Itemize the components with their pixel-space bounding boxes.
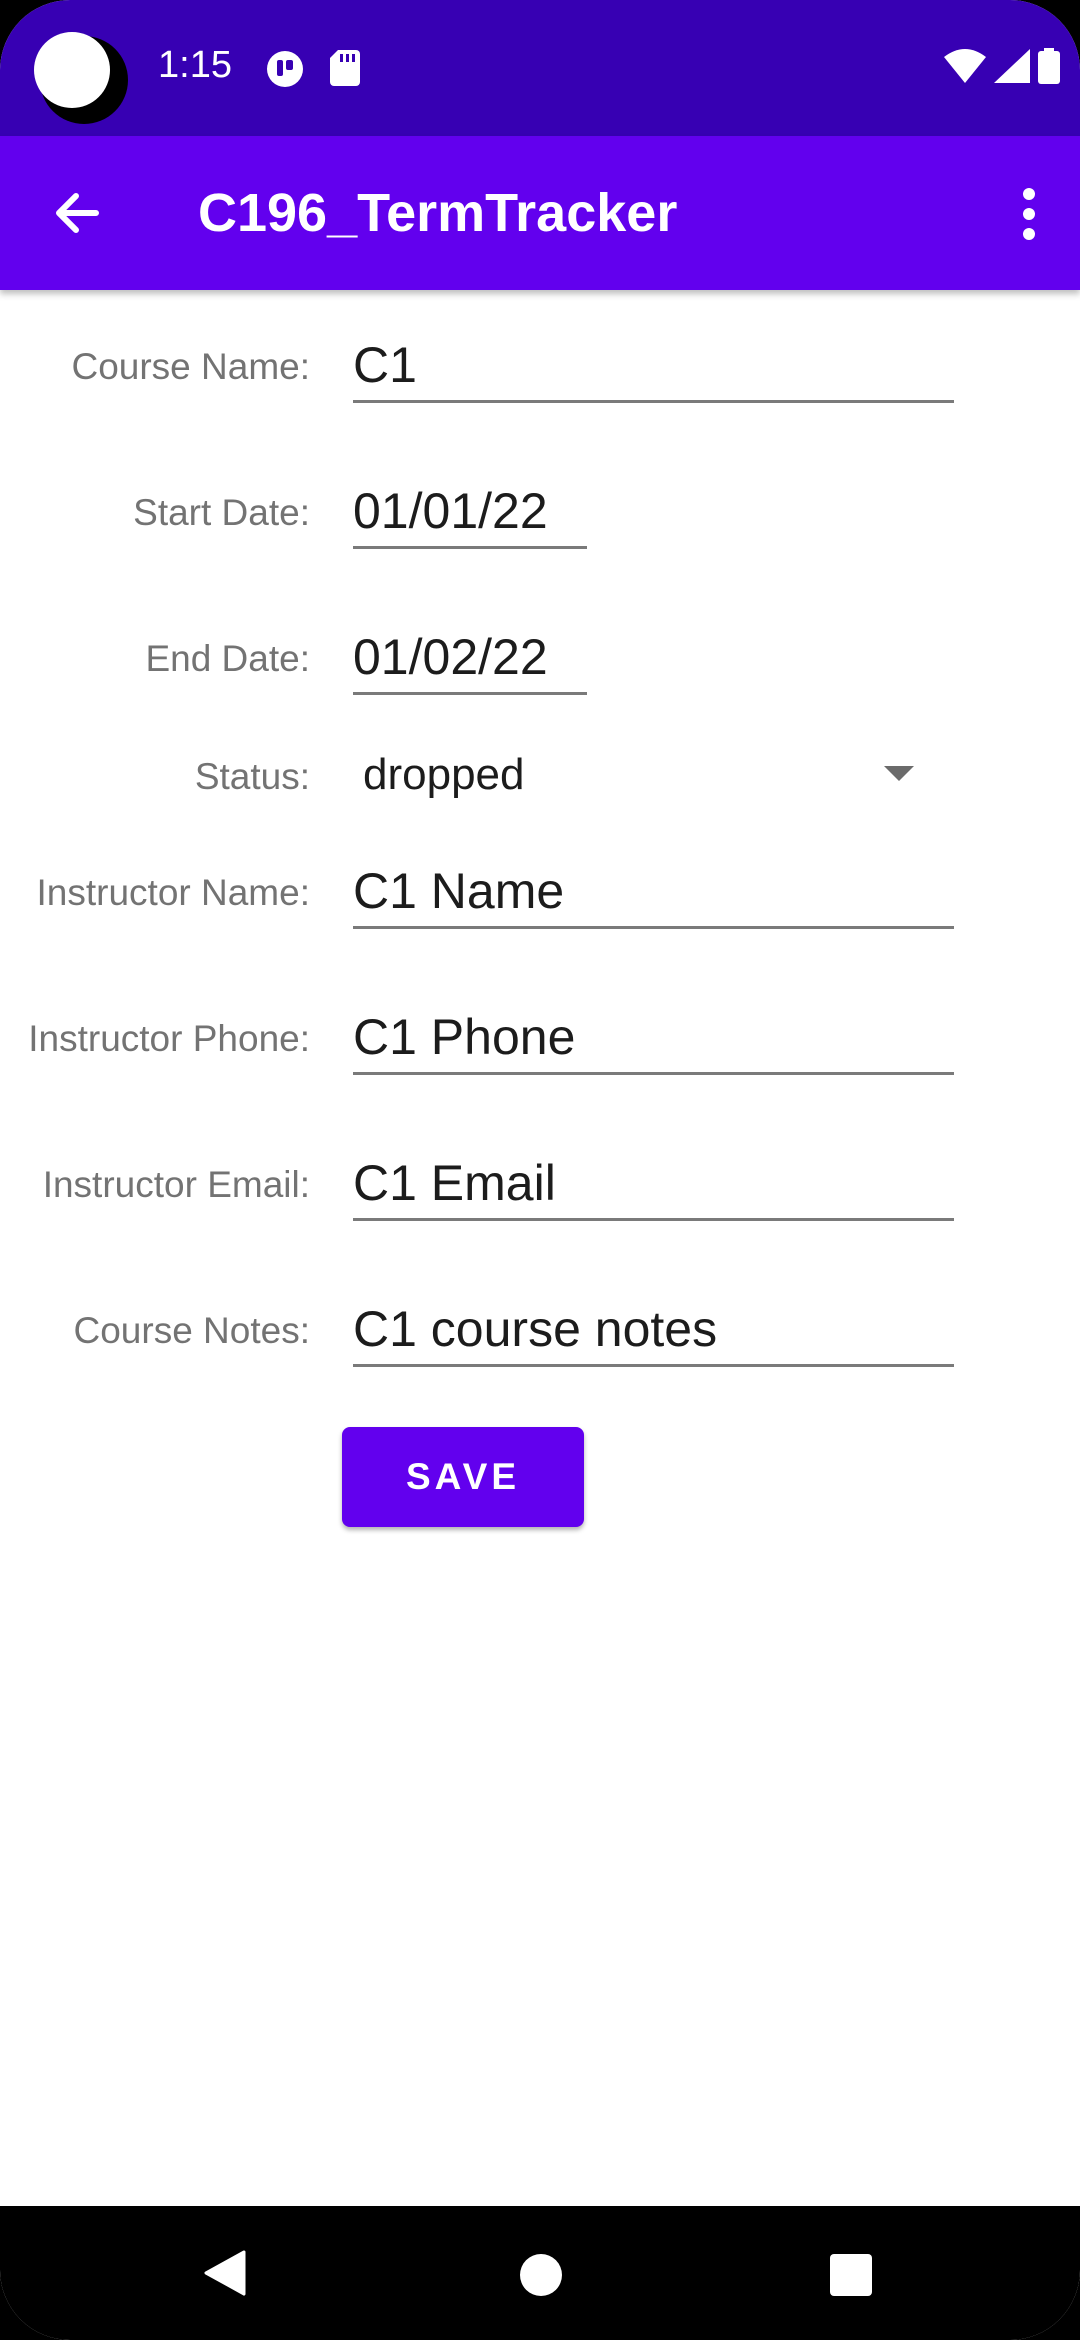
instructor-phone-input[interactable]: C1 Phone bbox=[353, 1008, 954, 1075]
arrow-drop-down-icon bbox=[884, 766, 914, 781]
instructor-name-input[interactable]: C1 Name bbox=[353, 862, 954, 929]
end-date-label: End Date: bbox=[145, 638, 310, 679]
course-notes-input[interactable]: C1 course notes bbox=[353, 1300, 954, 1367]
course-name-label: Course Name: bbox=[71, 346, 310, 387]
status-spinner-value: dropped bbox=[363, 750, 525, 799]
back-arrow-icon[interactable] bbox=[44, 180, 110, 246]
cell-signal-icon bbox=[994, 49, 1030, 88]
status-right-icons bbox=[944, 48, 1060, 89]
status-label: Status: bbox=[194, 756, 310, 797]
instructor-name-label: Instructor Name: bbox=[36, 872, 310, 913]
app-bar: C196_TermTracker bbox=[0, 136, 1080, 290]
nav-home-icon[interactable] bbox=[520, 2254, 562, 2296]
camera-cutout bbox=[34, 32, 110, 108]
notification-app-icon bbox=[266, 50, 304, 93]
status-bar: 1:15 bbox=[0, 0, 1080, 136]
sd-card-icon bbox=[330, 50, 360, 91]
wifi-icon bbox=[944, 49, 986, 88]
instructor-phone-label: Instructor Phone: bbox=[28, 1018, 310, 1059]
save-button[interactable]: SAVE bbox=[342, 1427, 584, 1527]
system-nav-bar bbox=[0, 2206, 1080, 2340]
course-name-input[interactable]: C1 bbox=[353, 336, 954, 403]
course-notes-label: Course Notes: bbox=[73, 1310, 311, 1351]
instructor-email-label: Instructor Email: bbox=[42, 1164, 310, 1205]
battery-icon bbox=[1038, 48, 1060, 89]
status-time: 1:15 bbox=[158, 44, 232, 86]
more-vert-icon[interactable] bbox=[1002, 184, 1056, 244]
nav-back-icon[interactable] bbox=[204, 2250, 246, 2301]
instructor-email-input[interactable]: C1 Email bbox=[353, 1154, 954, 1221]
app-title: C196_TermTracker bbox=[198, 183, 678, 243]
screen: 1:15 C196_TermTracker Course Name: C1 St… bbox=[0, 0, 1080, 2340]
end-date-input[interactable]: 01/02/22 bbox=[353, 628, 587, 695]
start-date-label: Start Date: bbox=[133, 492, 310, 533]
start-date-input[interactable]: 01/01/22 bbox=[353, 482, 587, 549]
status-spinner[interactable]: dropped bbox=[353, 750, 954, 810]
nav-recents-icon[interactable] bbox=[830, 2254, 872, 2296]
